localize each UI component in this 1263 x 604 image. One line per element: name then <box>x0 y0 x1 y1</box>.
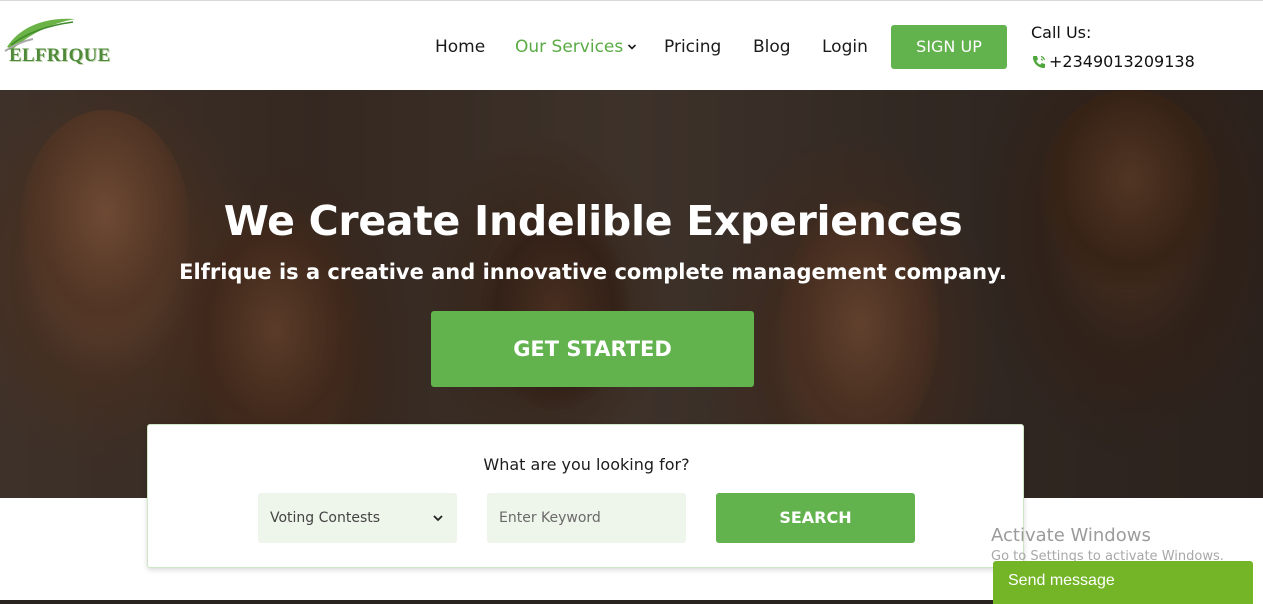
nav-our-services[interactable]: Our Services <box>515 37 637 57</box>
search-question: What are you looking for? <box>483 455 690 474</box>
activate-windows-title: Activate Windows <box>991 525 1151 546</box>
nav-login[interactable]: Login <box>822 37 868 57</box>
signup-button[interactable]: SIGN UP <box>891 25 1007 69</box>
site-header: ELFRIQUE Home Our Services Pricing Blog … <box>0 0 1263 90</box>
nav-home[interactable]: Home <box>435 37 485 57</box>
search-card: What are you looking for? Voting Contest… <box>147 424 1024 568</box>
nav-blog[interactable]: Blog <box>753 37 791 57</box>
nav-our-services-label: Our Services <box>515 37 624 57</box>
phone-icon <box>1033 55 1046 68</box>
call-us-label: Call Us: <box>1031 23 1092 42</box>
category-select[interactable]: Voting Contests <box>258 493 457 543</box>
search-button[interactable]: SEARCH <box>716 493 915 543</box>
logo[interactable]: ELFRIQUE <box>3 15 115 71</box>
page: ELFRIQUE Home Our Services Pricing Blog … <box>0 0 1263 604</box>
phone-number-text: +2349013209138 <box>1049 52 1195 71</box>
nav-pricing[interactable]: Pricing <box>664 37 721 57</box>
category-select-value: Voting Contests <box>270 510 381 526</box>
chevron-down-icon <box>628 44 637 50</box>
keyword-input[interactable] <box>487 493 686 543</box>
logo-text: ELFRIQUE <box>9 45 111 66</box>
get-started-button[interactable]: GET STARTED <box>431 311 754 387</box>
send-message-widget[interactable]: Send message <box>993 561 1253 604</box>
hero-title: We Create Indelible Experiences <box>223 197 963 245</box>
phone-number[interactable]: +2349013209138 <box>1031 52 1195 71</box>
hero-subtitle: Elfrique is a creative and innovative co… <box>179 260 1007 284</box>
footer-edge <box>0 600 993 604</box>
chevron-down-icon <box>433 515 443 522</box>
